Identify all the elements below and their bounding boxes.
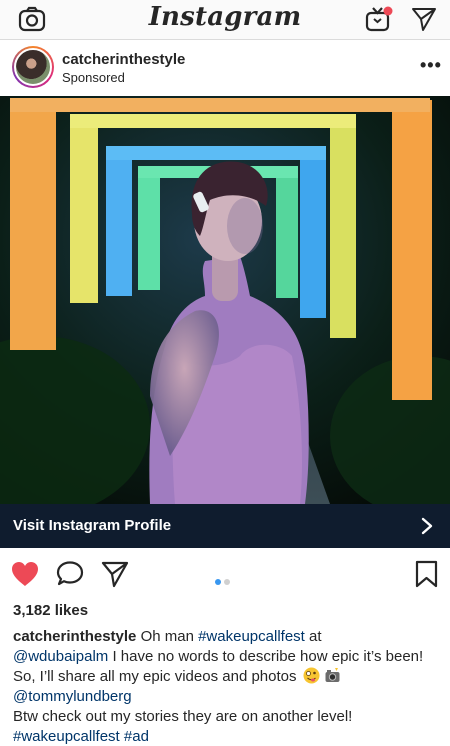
- caption-text: at: [304, 628, 322, 645]
- visit-profile-button[interactable]: Visit Instagram Profile: [0, 504, 450, 548]
- post-header: catcherinthestyle Sponsored •••: [0, 41, 450, 96]
- carousel-dot-active: [215, 579, 221, 585]
- caption-text: Oh man: [140, 628, 199, 645]
- share-icon[interactable]: [100, 560, 130, 588]
- hashtag-link[interactable]: #wakeupcallfest: [13, 728, 120, 745]
- mention-link[interactable]: @tommylundberg: [13, 688, 132, 705]
- avatar[interactable]: [14, 48, 52, 86]
- post-username[interactable]: catcherinthestyle: [62, 51, 185, 68]
- zany-face-emoji: [303, 667, 320, 684]
- comment-icon[interactable]: [55, 560, 85, 588]
- carousel-dot: [224, 579, 230, 585]
- chevron-right-icon: [421, 517, 433, 535]
- sponsored-label: Sponsored: [62, 70, 125, 85]
- post-caption: catcherinthestyle Oh man #wakeupcallfest…: [13, 627, 437, 746]
- post-actions: [0, 548, 450, 600]
- camera-flash-emoji: [325, 668, 340, 682]
- avatar-story-ring[interactable]: [12, 46, 54, 88]
- more-options-icon[interactable]: •••: [420, 55, 442, 76]
- mention-link[interactable]: @wdubaipalm: [13, 648, 108, 665]
- caption-text: Btw check out my stories they are on ano…: [13, 708, 353, 725]
- post-photo-image: [0, 96, 450, 504]
- post-photo[interactable]: [0, 96, 450, 504]
- hashtag-link[interactable]: #ad: [124, 728, 149, 745]
- caption-username[interactable]: catcherinthestyle: [13, 628, 136, 645]
- visit-profile-label: Visit Instagram Profile: [13, 517, 172, 534]
- top-nav-bar: Instagram: [0, 0, 450, 40]
- heart-icon[interactable]: [10, 560, 40, 588]
- bookmark-icon[interactable]: [412, 560, 442, 588]
- direct-send-icon[interactable]: [410, 6, 438, 32]
- igtv-icon[interactable]: [364, 4, 394, 34]
- hashtag-link[interactable]: #wakeupcallfest: [198, 628, 305, 645]
- carousel-indicator: [215, 572, 233, 590]
- igtv-notification-dot: [383, 6, 393, 16]
- likes-count[interactable]: 3,182 likes: [13, 602, 88, 619]
